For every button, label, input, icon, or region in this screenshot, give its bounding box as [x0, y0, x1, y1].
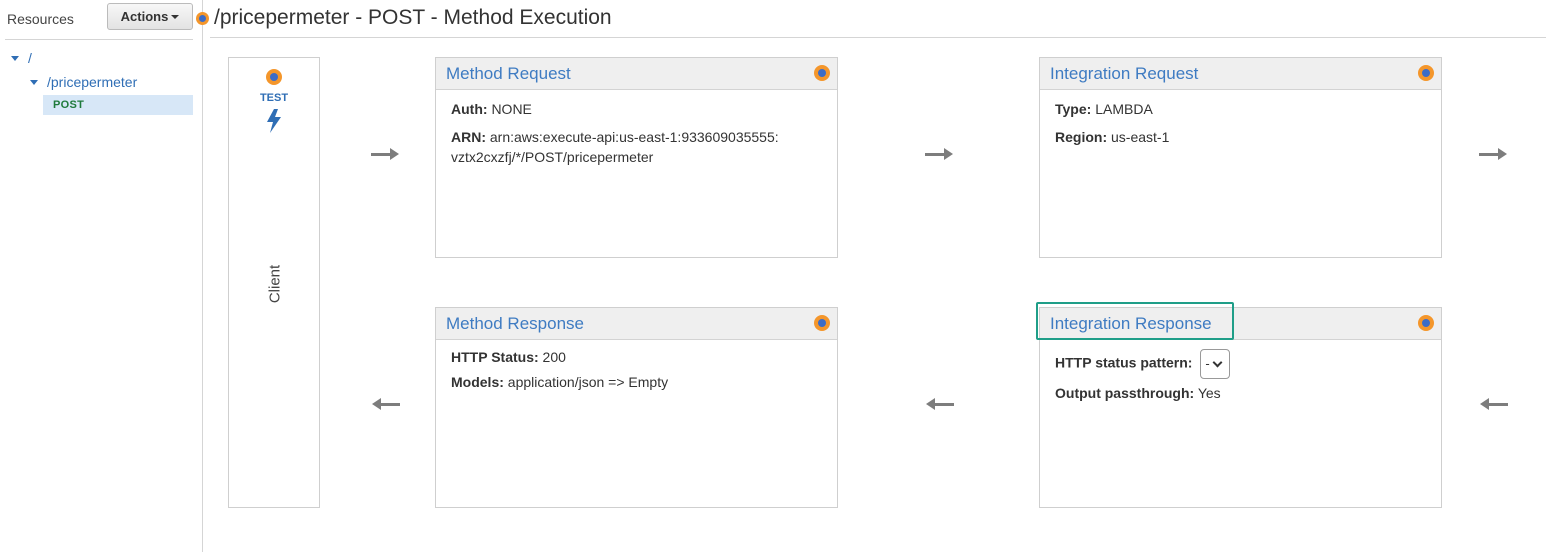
http-status-key: HTTP Status: [451, 349, 539, 365]
lightning-bolt-icon[interactable] [265, 109, 283, 133]
client-column: TEST Client [228, 57, 320, 508]
status-dot-icon [814, 65, 830, 81]
status-pattern-select[interactable]: - [1200, 349, 1231, 379]
integration-request-panel: Integration Request Type: LAMBDA Region:… [1039, 57, 1442, 258]
arrow-right-icon [371, 148, 399, 160]
output-passthrough-value: Yes [1197, 385, 1221, 401]
auth-row: Auth: NONE [451, 99, 822, 119]
actions-button-label: Actions [120, 9, 169, 24]
integration-response-panel: Integration Response HTTP status pattern… [1036, 302, 1442, 508]
tree-item-pricepermeter-label: /pricepermeter [47, 74, 138, 90]
tree-item-root-label: / [28, 50, 32, 66]
status-dot-icon [1418, 65, 1434, 81]
resources-pane: Resources Actions / /pricepermeter POST [0, 0, 203, 552]
method-request-header: Method Request [436, 58, 837, 90]
arrow-left-icon [926, 398, 954, 410]
status-pattern-value: - [1205, 356, 1210, 371]
models-row: Models: application/json => Empty [451, 372, 822, 392]
method-response-panel: Method Response HTTP Status: 200 Models:… [435, 307, 838, 508]
resources-title: Resources [7, 11, 74, 27]
arrow-left-icon [372, 398, 400, 410]
arrow-left-icon [1480, 398, 1508, 410]
tree-expand-icon[interactable] [30, 79, 38, 85]
tree-item-root[interactable]: / [11, 50, 32, 66]
models-value: application/json => Empty [507, 374, 669, 390]
arn-key: ARN: [451, 129, 486, 145]
output-passthrough-row: Output passthrough: Yes [1055, 383, 1426, 403]
arn-value: arn:aws:execute-api:us-east-1:9336090355… [451, 129, 779, 165]
auth-value: NONE [491, 101, 532, 117]
divider [5, 39, 193, 40]
region-row: Region: us-east-1 [1055, 127, 1426, 147]
output-passthrough-key: Output passthrough: [1055, 385, 1195, 401]
caret-down-icon [171, 14, 180, 19]
status-pattern-row: HTTP status pattern: - [1055, 349, 1426, 379]
actions-button[interactable]: Actions [107, 3, 193, 30]
integration-response-header: Integration Response [1040, 308, 1441, 340]
models-key: Models: [451, 374, 504, 390]
client-label: Client [266, 264, 284, 304]
arrow-right-icon [1479, 148, 1507, 160]
method-response-link[interactable]: Method Response [446, 314, 584, 334]
method-request-panel: Method Request Auth: NONE ARN: arn:aws:e… [435, 57, 838, 258]
chevron-down-icon [1212, 357, 1223, 367]
type-value: LAMBDA [1095, 101, 1153, 117]
tree-expand-icon[interactable] [11, 55, 19, 61]
status-pattern-key: HTTP status pattern: [1055, 354, 1193, 371]
integration-request-link[interactable]: Integration Request [1050, 64, 1198, 84]
page-title: /pricepermeter - POST - Method Execution [214, 6, 612, 29]
integration-request-header: Integration Request [1040, 58, 1441, 90]
method-request-link[interactable]: Method Request [446, 64, 571, 84]
arrow-right-icon [925, 148, 953, 160]
status-dot-icon [814, 315, 830, 331]
status-dot-icon [1418, 315, 1434, 331]
method-response-header: Method Response [436, 308, 837, 340]
type-key: Type: [1055, 101, 1092, 117]
test-link[interactable]: TEST [229, 92, 319, 104]
status-dot-icon [266, 69, 282, 85]
status-dot-icon [196, 12, 209, 25]
divider [210, 37, 1546, 38]
tree-item-pricepermeter[interactable]: /pricepermeter [30, 74, 137, 90]
region-value: us-east-1 [1111, 129, 1170, 145]
integration-response-link[interactable]: Integration Response [1050, 314, 1212, 334]
type-row: Type: LAMBDA [1055, 99, 1426, 119]
http-status-row: HTTP Status: 200 [451, 347, 822, 367]
http-status-value: 200 [542, 349, 566, 365]
auth-key: Auth: [451, 101, 488, 117]
tree-item-post[interactable]: POST [43, 95, 193, 115]
region-key: Region: [1055, 129, 1108, 145]
arn-row: ARN: arn:aws:execute-api:us-east-1:93360… [451, 127, 781, 167]
